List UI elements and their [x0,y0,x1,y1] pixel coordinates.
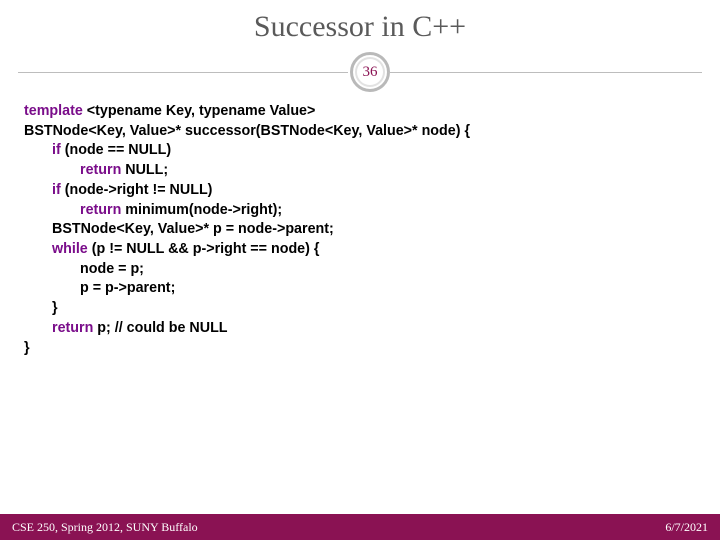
title-rule-row: 36 [0,50,720,96]
slide-number-badge: 36 [350,52,390,92]
code-block: template <typename Key, typename Value> … [0,96,720,358]
code-text: BSTNode<Key, Value>* successor(BSTNode<K… [24,123,470,139]
title-area: Successor in C++ [0,0,720,44]
kw-return: return [80,202,125,218]
rule-left [18,72,348,73]
code-text: node = p; [80,261,144,277]
code-text: NULL; [125,162,168,178]
kw-template: template [24,103,87,119]
code-text: (node == NULL) [65,142,171,158]
code-text: (p != NULL && p->right == node) { [92,241,320,257]
code-text: p = p->parent; [80,280,175,296]
code-text: <typename Key, typename Value> [87,103,316,119]
code-text: } [52,300,58,316]
code-text: BSTNode<Key, Value>* p = node->parent; [52,221,334,237]
kw-if: if [52,182,65,198]
kw-return: return [52,320,97,336]
code-text: p; // could be NULL [97,320,227,336]
slide-title: Successor in C++ [0,10,720,44]
footer-right: 6/7/2021 [665,520,708,535]
kw-while: while [52,241,92,257]
footer-left: CSE 250, Spring 2012, SUNY Buffalo [12,520,198,535]
slide-number: 36 [363,64,378,81]
footer-bar: CSE 250, Spring 2012, SUNY Buffalo 6/7/2… [0,514,720,540]
code-text: (node->right != NULL) [65,182,213,198]
code-text: minimum(node->right); [125,202,282,218]
kw-if: if [52,142,65,158]
code-text: } [24,340,30,356]
kw-return: return [80,162,125,178]
rule-right [388,72,702,73]
